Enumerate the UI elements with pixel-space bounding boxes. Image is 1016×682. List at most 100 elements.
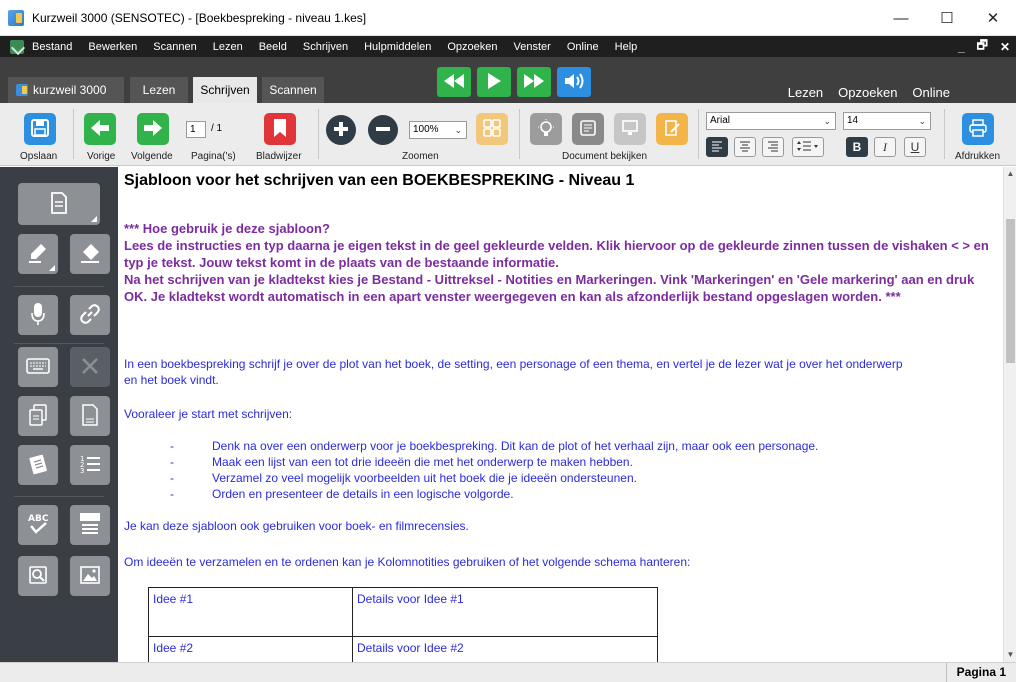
highlighter-button[interactable] bbox=[18, 234, 58, 274]
eraser-button[interactable] bbox=[70, 234, 110, 274]
previous-page-button[interactable] bbox=[84, 113, 116, 145]
underline-button[interactable]: U bbox=[904, 137, 926, 157]
line-spacing-button[interactable] bbox=[792, 137, 824, 157]
font-size-select[interactable]: 14 ⌄ bbox=[843, 112, 931, 130]
font-family-select[interactable]: Arial ⌄ bbox=[706, 112, 836, 130]
align-right-button[interactable] bbox=[762, 137, 784, 157]
bold-button[interactable]: B bbox=[846, 137, 868, 157]
page-copy-button[interactable] bbox=[18, 396, 58, 436]
arrow-right-icon bbox=[143, 119, 163, 140]
align-right-icon bbox=[767, 140, 779, 155]
print-button[interactable] bbox=[962, 113, 994, 145]
table-cell[interactable]: Details voor Idee #2 bbox=[352, 636, 658, 662]
minimize-button[interactable]: — bbox=[878, 0, 924, 36]
font-family-value: Arial bbox=[710, 115, 731, 126]
menu-bewerken[interactable]: Bewerken bbox=[88, 41, 137, 53]
link-opzoeken[interactable]: Opzoeken bbox=[838, 85, 897, 100]
document-area[interactable]: Sjabloon voor het schrijven van een BOEK… bbox=[118, 167, 1003, 662]
grid-icon bbox=[483, 118, 501, 140]
link-icon bbox=[79, 303, 101, 328]
menu-hulpmiddelen[interactable]: Hulpmiddelen bbox=[364, 41, 431, 53]
delete-button[interactable] bbox=[70, 347, 110, 387]
menu-venster[interactable]: Venster bbox=[514, 41, 551, 53]
microphone-icon bbox=[30, 302, 46, 329]
arrow-left-icon bbox=[90, 119, 110, 140]
menu-schrijven[interactable]: Schrijven bbox=[303, 41, 348, 53]
doc-restore-button[interactable]: 🗗 bbox=[977, 36, 988, 57]
tab-lezen[interactable]: Lezen bbox=[130, 77, 188, 103]
close-button[interactable]: ✕ bbox=[970, 0, 1016, 36]
menu-scannen[interactable]: Scannen bbox=[153, 41, 196, 53]
word-prediction-button[interactable] bbox=[70, 505, 110, 545]
play-button[interactable] bbox=[477, 67, 511, 97]
outline-button[interactable]: 123 bbox=[70, 445, 110, 485]
save-button[interactable] bbox=[24, 113, 56, 145]
page-number-input[interactable]: 1 bbox=[186, 121, 206, 138]
lightbulb-icon bbox=[537, 118, 555, 141]
line-spacing-icon bbox=[797, 140, 819, 155]
document-template-icon bbox=[81, 403, 99, 429]
columns-intro-paragraph: Om ideeën te verzamelen en te ordenen ka… bbox=[124, 555, 691, 569]
tab-scannen[interactable]: Scannen bbox=[262, 77, 324, 103]
align-left-button[interactable] bbox=[706, 137, 728, 157]
spellcheck-button[interactable]: ABC bbox=[18, 505, 58, 545]
table-cell[interactable]: Idee #2 bbox=[148, 636, 353, 662]
link-lezen[interactable]: Lezen bbox=[788, 85, 823, 100]
menu-help[interactable]: Help bbox=[615, 41, 638, 53]
zoom-in-button[interactable] bbox=[326, 115, 356, 145]
print-label: Afdrukken bbox=[955, 151, 1001, 162]
list-item: - Denk na over een onderwerp voor je boek… bbox=[170, 438, 818, 454]
sidebar-divider bbox=[14, 343, 104, 344]
brand-tab[interactable]: kurzweil 3000 bbox=[8, 77, 124, 103]
table-cell[interactable]: Details voor Idee #1 bbox=[352, 587, 658, 637]
doc-close-button[interactable]: ✕ bbox=[1000, 40, 1010, 54]
menu-online[interactable]: Online bbox=[567, 41, 599, 53]
menu-beeld[interactable]: Beeld bbox=[259, 41, 287, 53]
dictation-button[interactable] bbox=[18, 295, 58, 335]
app-icon bbox=[8, 9, 24, 26]
bookmark-button[interactable] bbox=[264, 113, 296, 145]
scroll-up-icon[interactable]: ▲ bbox=[1004, 167, 1016, 181]
document-menu-icon[interactable] bbox=[10, 39, 24, 54]
screen-view-button[interactable] bbox=[614, 113, 646, 145]
notes-button[interactable] bbox=[18, 445, 58, 485]
italic-button[interactable]: I bbox=[874, 137, 896, 157]
fast-forward-button[interactable] bbox=[517, 67, 551, 97]
speaker-icon bbox=[563, 72, 585, 93]
menu-bestand[interactable]: Bestand bbox=[32, 41, 72, 53]
kurzweil-logo-icon bbox=[16, 84, 28, 96]
rewind-button[interactable] bbox=[437, 67, 471, 97]
document-view-label: Document bekijken bbox=[562, 151, 648, 162]
scroll-down-icon[interactable]: ▼ bbox=[1004, 648, 1016, 662]
zoom-out-button[interactable] bbox=[368, 115, 398, 145]
link-online[interactable]: Online bbox=[912, 85, 950, 100]
keyboard-button[interactable] bbox=[18, 347, 58, 387]
menu-lezen[interactable]: Lezen bbox=[213, 41, 243, 53]
next-page-button[interactable] bbox=[137, 113, 169, 145]
maximize-button[interactable]: ☐ bbox=[924, 0, 970, 36]
text-view-button[interactable] bbox=[572, 113, 604, 145]
highlighter-icon bbox=[27, 242, 49, 267]
table-cell[interactable]: Idee #1 bbox=[148, 587, 353, 637]
expand-indicator-icon bbox=[49, 265, 55, 271]
search-button[interactable] bbox=[18, 556, 58, 596]
vertical-scrollbar[interactable]: ▲ ▼ bbox=[1003, 167, 1016, 662]
scroll-thumb[interactable] bbox=[1006, 219, 1015, 363]
align-center-icon bbox=[739, 140, 751, 155]
page-layout-button[interactable] bbox=[476, 113, 508, 145]
document-copy-icon bbox=[28, 403, 48, 429]
list-item-text: Verzamel zo veel mogelijk voorbeelden ui… bbox=[212, 471, 637, 485]
link-button[interactable] bbox=[70, 295, 110, 335]
doc-minimize-button[interactable]: _ bbox=[958, 40, 965, 54]
highlight-view-button[interactable] bbox=[530, 113, 562, 145]
insert-image-button[interactable] bbox=[70, 556, 110, 596]
edit-view-button[interactable] bbox=[656, 113, 688, 145]
volume-button[interactable] bbox=[557, 67, 591, 97]
rewind-icon bbox=[443, 73, 465, 92]
menu-opzoeken[interactable]: Opzoeken bbox=[447, 41, 497, 53]
zoom-select[interactable]: 100% ⌄ bbox=[409, 121, 467, 139]
align-center-button[interactable] bbox=[734, 137, 756, 157]
tab-schrijven[interactable]: Schrijven bbox=[193, 77, 257, 103]
page-template-button[interactable] bbox=[70, 396, 110, 436]
document-tool-button[interactable] bbox=[18, 183, 100, 225]
